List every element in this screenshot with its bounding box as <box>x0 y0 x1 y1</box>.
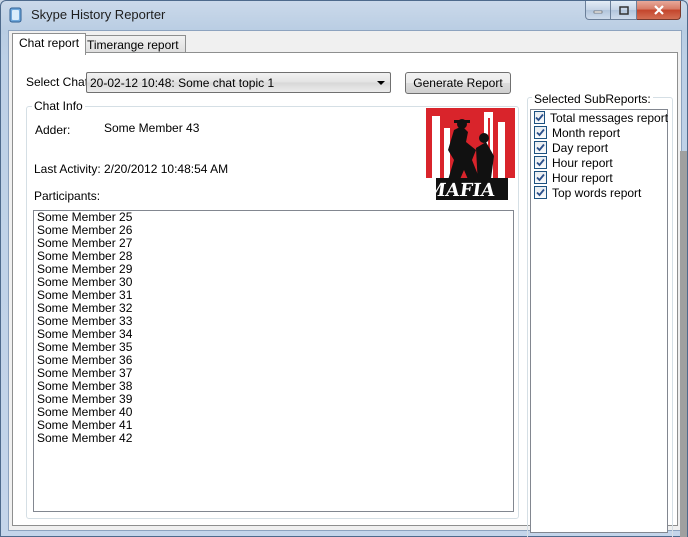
subreport-item[interactable]: Month report <box>531 125 667 140</box>
maximize-button[interactable] <box>611 1 637 20</box>
subreport-item[interactable]: Total messages report <box>531 110 669 125</box>
chat-report-page: Select Chat 20-02-12 10:48: Some chat to… <box>12 52 678 537</box>
last-activity-label: Last Activity: <box>34 162 101 176</box>
close-icon <box>653 5 664 15</box>
subreports-group: Selected SubReports: Total messages repo… <box>527 92 673 537</box>
checkmark-icon <box>536 173 545 182</box>
subreports-checklist[interactable]: Total messages report Month report Day rep… <box>530 109 668 533</box>
subreport-label: Month report <box>552 125 621 140</box>
maximize-icon <box>618 5 629 15</box>
minimize-button[interactable] <box>585 1 611 20</box>
checkmark-icon <box>536 158 545 167</box>
adder-label: Adder: <box>35 123 71 137</box>
subreport-item[interactable]: Hour report <box>531 170 667 185</box>
app-icon <box>9 7 22 23</box>
subreport-item[interactable]: Day report <box>531 140 667 155</box>
checkbox[interactable] <box>534 126 547 139</box>
select-chat-label: Select Chat <box>26 75 89 89</box>
mafia-logo: MAFIA <box>426 108 515 204</box>
checkbox[interactable] <box>534 141 547 154</box>
window-title: Skype History Reporter <box>31 7 166 22</box>
checkbox[interactable] <box>534 186 547 199</box>
subreport-label: Top words report <box>552 185 642 200</box>
subreport-label: Day report <box>552 140 609 155</box>
title-bar[interactable]: Skype History Reporter <box>1 1 687 29</box>
participants-list[interactable]: Some Member 25 Some Member 26 Some Member … <box>33 210 514 512</box>
client-area: Chat report Timerange report Select Chat… <box>8 30 682 537</box>
window-frame: Skype History Reporter Chat report Timer… <box>0 0 688 537</box>
subreport-item[interactable]: Hour report <box>531 155 667 170</box>
last-activity-value: 2/20/2012 10:48:54 AM <box>104 162 229 176</box>
subreport-label: Hour report <box>552 155 613 170</box>
checkbox[interactable] <box>534 171 547 184</box>
select-chat-value: 20-02-12 10:48: Some chat topic 1 <box>90 76 275 90</box>
subreport-label: Total messages report <box>550 110 669 125</box>
close-button[interactable] <box>637 1 681 20</box>
list-item[interactable]: Some Member 42 <box>34 432 513 445</box>
checkmark-icon <box>536 188 545 197</box>
chat-avatar-image: MAFIA <box>426 108 515 204</box>
checkmark-icon <box>535 113 544 122</box>
checkmark-icon <box>536 128 545 137</box>
checkbox[interactable] <box>534 111 545 124</box>
participants-label: Participants: <box>34 189 101 203</box>
select-chat-combo[interactable]: 20-02-12 10:48: Some chat topic 1 <box>86 72 391 93</box>
logo-text: MAFIA <box>426 180 497 201</box>
adder-value: Some Member 43 <box>104 121 200 135</box>
chat-info-group: Chat Info Adder: Some Member 43 Last Act… <box>26 99 519 519</box>
generate-report-button[interactable]: Generate Report <box>405 72 511 94</box>
chat-info-group-label: Chat Info <box>32 99 85 113</box>
subreports-group-label: Selected SubReports: <box>532 92 653 106</box>
subreport-label: Hour report <box>552 170 613 185</box>
minimize-icon <box>593 10 603 14</box>
subreport-item[interactable]: Top words report <box>531 185 667 200</box>
chevron-down-icon[interactable] <box>377 81 385 85</box>
tab-chat-report[interactable]: Chat report <box>12 33 87 55</box>
checkmark-icon <box>536 143 545 152</box>
checkbox[interactable] <box>534 156 547 169</box>
window-edge-strip <box>680 151 687 537</box>
